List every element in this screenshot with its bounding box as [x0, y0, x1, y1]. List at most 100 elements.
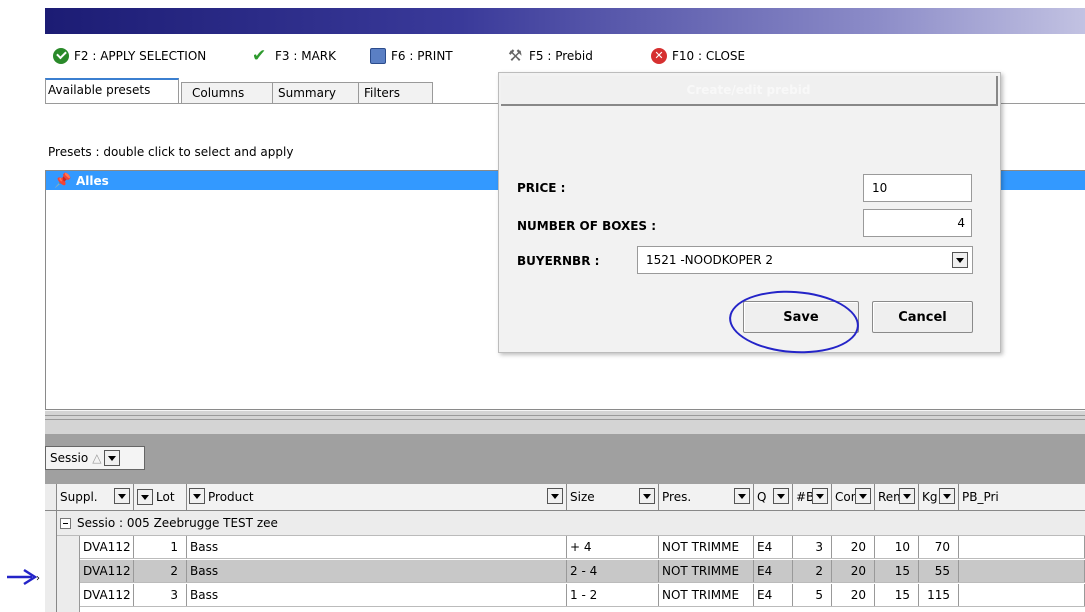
cell-size[interactable]: 2 - 4 [567, 560, 659, 582]
cell-q[interactable]: E4 [754, 560, 793, 582]
cell-pb-price[interactable] [959, 584, 1085, 606]
column-header-label: Suppl. [60, 490, 98, 504]
tab-columns[interactable]: Columns [181, 82, 273, 104]
column-header-pb-price[interactable]: PB_Pri [959, 484, 1085, 510]
column-header-rem[interactable]: Rem [875, 484, 919, 510]
table-row[interactable]: DVA112 1 Bass + 4 NOT TRIMME E4 3 20 10 70 [80, 536, 1085, 559]
price-label: PRICE : [517, 181, 566, 195]
cell-rem[interactable]: 15 [875, 560, 919, 582]
price-field[interactable]: 10 [863, 174, 972, 202]
column-header-suppl[interactable]: Suppl. [57, 484, 134, 510]
chevron-down-icon[interactable] [547, 488, 563, 504]
table-row[interactable]: DVA112 3 Bass 1 - 2 NOT TRIMME E4 5 20 15 115 [80, 584, 1085, 607]
cell-kg[interactable]: 115 [919, 584, 959, 606]
prebid-label: F5 : Prebid [529, 49, 593, 63]
column-header-lot[interactable]: Lot [134, 484, 187, 510]
group-by-sessio-chip[interactable]: Sessio △ [45, 446, 145, 470]
cell-suppl[interactable]: DVA112 [80, 536, 134, 558]
cell-rem[interactable]: 10 [875, 536, 919, 558]
tab-columns-label: Columns [192, 86, 245, 100]
cancel-label: Cancel [898, 309, 947, 325]
mark-button[interactable]: ✔ F3 : MARK [252, 46, 336, 66]
number-of-boxes-field[interactable]: 4 [863, 209, 972, 237]
tab-available-presets-label: Available presets [48, 83, 151, 97]
close-circle-icon: ✕ [651, 48, 667, 64]
chevron-down-icon[interactable] [773, 488, 789, 504]
column-header-label: PB_Pri [962, 490, 999, 504]
apply-selection-button[interactable]: F2 : APPLY SELECTION [53, 46, 206, 66]
prebid-button[interactable]: ⚒ F5 : Prebid [508, 46, 593, 66]
lots-grid: Suppl. Lot Product Size Pres. Q #B Con R… [45, 484, 1085, 612]
save-circle-annotation [726, 286, 862, 358]
group-row[interactable]: Sessio : 005 Zeebrugge TEST zee [57, 511, 1085, 536]
tab-summary-label: Summary [278, 86, 336, 100]
chevron-down-icon[interactable] [812, 488, 828, 504]
cell-pres[interactable]: NOT TRIMME [659, 584, 754, 606]
cell-size[interactable]: + 4 [567, 536, 659, 558]
chevron-down-icon[interactable] [189, 488, 205, 504]
table-row[interactable]: DVA112 2 Bass 2 - 4 NOT TRIMME E4 2 20 15 55 [80, 560, 1085, 583]
cell-con[interactable]: 20 [832, 560, 875, 582]
pin-icon: 📌 [54, 172, 72, 189]
column-header-q[interactable]: Q [754, 484, 793, 510]
chevron-down-icon[interactable] [104, 450, 121, 466]
chevron-down-icon[interactable] [639, 488, 655, 504]
cell-boxes[interactable]: 3 [793, 536, 832, 558]
cell-size[interactable]: 1 - 2 [567, 584, 659, 606]
cell-product[interactable]: Bass [187, 584, 567, 606]
checkmark-icon: ✔ [252, 46, 267, 66]
buyernbr-select[interactable]: 1521 -NOODKOPER 2 [637, 246, 973, 274]
dialog-title: Create/edit prebid [501, 76, 998, 106]
chevron-down-icon[interactable] [855, 488, 871, 504]
chevron-down-icon[interactable] [939, 488, 955, 504]
column-header-label: Product [208, 490, 254, 504]
cell-suppl[interactable]: DVA112 [80, 584, 134, 606]
group-by-label: Sessio [50, 451, 89, 465]
cell-product[interactable]: Bass [187, 560, 567, 582]
column-header-boxes[interactable]: #B [793, 484, 832, 510]
number-of-boxes-value: 4 [957, 216, 965, 230]
cell-suppl[interactable]: DVA112 [80, 560, 134, 582]
hammer-icon: ⚒ [508, 46, 523, 65]
column-header-kg[interactable]: Kg [919, 484, 959, 510]
cell-boxes[interactable]: 5 [793, 584, 832, 606]
tab-filters[interactable]: Filters [353, 82, 433, 104]
cell-lot[interactable]: 2 [134, 560, 187, 582]
cell-lot[interactable]: 1 [134, 536, 187, 558]
cell-kg[interactable]: 55 [919, 560, 959, 582]
number-of-boxes-label: NUMBER OF BOXES : [517, 219, 657, 233]
cell-kg[interactable]: 70 [919, 536, 959, 558]
column-header-size[interactable]: Size [567, 484, 659, 510]
cell-pb-price[interactable] [959, 536, 1085, 558]
cell-pres[interactable]: NOT TRIMME [659, 536, 754, 558]
chevron-down-icon[interactable] [952, 252, 968, 268]
cell-boxes[interactable]: 2 [793, 560, 832, 582]
column-header-product[interactable]: Product [187, 484, 567, 510]
create-edit-prebid-dialog: Create/edit prebid PRICE : 10 NUMBER OF … [498, 72, 1001, 358]
chevron-down-icon[interactable] [137, 489, 153, 505]
column-header-con[interactable]: Con [832, 484, 875, 510]
cell-pb-price[interactable] [959, 560, 1085, 582]
window-title-bar [45, 8, 1085, 34]
collapse-icon[interactable] [60, 517, 71, 529]
chevron-down-icon[interactable] [734, 488, 750, 504]
chevron-down-icon[interactable] [114, 488, 130, 504]
print-button[interactable]: F6 : PRINT [370, 46, 453, 66]
cell-con[interactable]: 20 [832, 536, 875, 558]
chevron-down-icon[interactable] [899, 488, 915, 504]
cell-con[interactable]: 20 [832, 584, 875, 606]
tab-available-presets[interactable]: Available presets [45, 78, 179, 104]
cancel-button[interactable]: Cancel [872, 301, 973, 333]
cell-rem[interactable]: 15 [875, 584, 919, 606]
cell-lot[interactable]: 3 [134, 584, 187, 606]
cell-pres[interactable]: NOT TRIMME [659, 560, 754, 582]
cell-q[interactable]: E4 [754, 536, 793, 558]
cell-q[interactable]: E4 [754, 584, 793, 606]
column-header-pres[interactable]: Pres. [659, 484, 754, 510]
grid-header: Suppl. Lot Product Size Pres. Q #B Con R… [45, 484, 1085, 511]
panel-splitter[interactable] [45, 410, 1085, 434]
column-header-label: Lot [156, 490, 175, 504]
close-button[interactable]: ✕ F10 : CLOSE [651, 46, 745, 66]
tab-summary[interactable]: Summary [267, 82, 359, 104]
cell-product[interactable]: Bass [187, 536, 567, 558]
